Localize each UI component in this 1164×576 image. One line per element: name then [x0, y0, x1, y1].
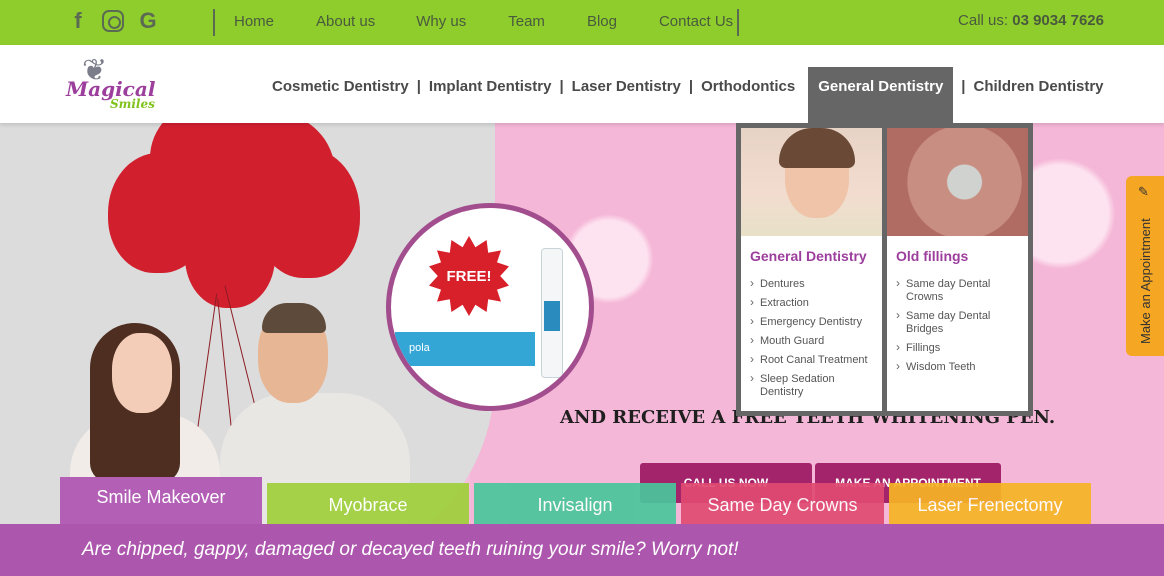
- product-box: pola: [395, 332, 535, 366]
- general-dentistry-dropdown: General Dentistry Dentures Extraction Em…: [736, 123, 1033, 416]
- dropdown-card-general-dentistry: General Dentistry Dentures Extraction Em…: [741, 128, 882, 411]
- dropdown-item-wisdom-teeth[interactable]: Wisdom Teeth: [896, 360, 1022, 374]
- main-nav: Cosmetic Dentistry | Implant Dentistry |…: [272, 67, 1104, 123]
- dropdown-item-fillings[interactable]: Fillings: [896, 341, 1022, 355]
- free-badge: FREE!: [429, 236, 509, 316]
- tagline-bar: Are chipped, gappy, damaged or decayed t…: [0, 524, 1164, 576]
- nav-separator: |: [416, 78, 421, 95]
- nav-separator: |: [961, 78, 966, 95]
- phone-number[interactable]: 03 9034 7626: [1012, 12, 1104, 29]
- dropdown-item-root-canal[interactable]: Root Canal Treatment: [750, 353, 876, 367]
- nav-children-dentistry[interactable]: Children Dentistry: [974, 67, 1104, 95]
- dropdown-item-extraction[interactable]: Extraction: [750, 296, 876, 310]
- dropdown-item-sleep-sedation[interactable]: Sleep Sedation Dentistry: [750, 372, 876, 399]
- product-box-label: pola: [409, 342, 430, 354]
- instagram-icon[interactable]: [102, 10, 124, 32]
- side-tab-label: Make an Appointment: [1138, 218, 1153, 344]
- nav-separator: |: [688, 78, 694, 95]
- dropdown-item-same-day-crowns[interactable]: Same day Dental Crowns: [896, 277, 1022, 304]
- call-label: Call us:: [958, 12, 1009, 29]
- pencil-icon: ✎: [1138, 184, 1149, 199]
- dropdown-card-old-fillings: Old fillings Same day Dental Crowns Same…: [887, 128, 1028, 411]
- woman-face: [112, 333, 172, 413]
- toothache-photo[interactable]: [741, 128, 882, 236]
- tab-myobrace[interactable]: Myobrace: [267, 483, 469, 529]
- top-nav-contact[interactable]: Contact Us: [659, 13, 733, 30]
- dropdown-list-general-dentistry: Dentures Extraction Emergency Dentistry …: [741, 264, 882, 399]
- dropdown-heading-old-fillings[interactable]: Old fillings: [887, 236, 1028, 264]
- top-nav: Home About us Why us Team Blog Contact U…: [234, 13, 733, 30]
- heart-balloon: [185, 198, 275, 308]
- top-nav-why-us[interactable]: Why us: [416, 13, 466, 30]
- dropdown-list-old-fillings: Same day Dental Crowns Same day Dental B…: [887, 264, 1028, 374]
- facebook-icon[interactable]: f: [66, 8, 90, 34]
- top-nav-team[interactable]: Team: [508, 13, 545, 30]
- dropdown-item-mouth-guard[interactable]: Mouth Guard: [750, 334, 876, 348]
- old-filling-photo[interactable]: [887, 128, 1028, 236]
- call-us[interactable]: Call us: 03 9034 7626: [958, 12, 1104, 29]
- top-divider-left: [213, 9, 215, 36]
- nav-general-dentistry[interactable]: General Dentistry: [808, 67, 954, 123]
- tab-laser-frenectomy[interactable]: Laser Frenectomy: [889, 483, 1091, 529]
- logo-text-smiles: Smiles: [110, 97, 155, 111]
- top-bar: f G Home About us Why us Team Blog Conta…: [0, 0, 1164, 45]
- tab-smile-makeover[interactable]: Smile Makeover: [60, 477, 262, 524]
- header: ❦ Magical Smiles Cosmetic Dentistry | Im…: [0, 45, 1164, 123]
- nav-laser-dentistry[interactable]: Laser Dentistry: [572, 67, 681, 95]
- make-appointment-side-tab[interactable]: ✎ Make an Appointment: [1126, 176, 1164, 356]
- nav-separator: |: [559, 78, 564, 95]
- dropdown-item-dentures[interactable]: Dentures: [750, 277, 876, 291]
- top-nav-about[interactable]: About us: [316, 13, 375, 30]
- google-icon[interactable]: G: [136, 8, 160, 34]
- nav-cosmetic-dentistry[interactable]: Cosmetic Dentistry: [272, 67, 409, 95]
- logo[interactable]: ❦ Magical Smiles: [58, 51, 168, 117]
- nav-implant-dentistry[interactable]: Implant Dentistry: [429, 67, 552, 95]
- man-hair: [262, 303, 326, 333]
- nav-orthodontics[interactable]: Orthodontics: [701, 67, 795, 95]
- top-divider-right: [737, 9, 739, 36]
- top-nav-blog[interactable]: Blog: [587, 13, 617, 30]
- social-links: f G: [66, 8, 160, 34]
- tab-invisalign[interactable]: Invisalign: [474, 483, 676, 529]
- free-badge-text: FREE!: [446, 267, 492, 285]
- dropdown-item-emergency-dentistry[interactable]: Emergency Dentistry: [750, 315, 876, 329]
- service-tabs: Smile Makeover Myobrace Invisalign Same …: [60, 477, 1096, 529]
- tab-same-day-crowns[interactable]: Same Day Crowns: [681, 483, 884, 529]
- dropdown-heading-general-dentistry[interactable]: General Dentistry: [741, 236, 882, 264]
- tagline-text: Are chipped, gappy, damaged or decayed t…: [82, 539, 739, 560]
- top-nav-home[interactable]: Home: [234, 13, 274, 30]
- dropdown-item-same-day-bridges[interactable]: Same day Dental Bridges: [896, 309, 1022, 336]
